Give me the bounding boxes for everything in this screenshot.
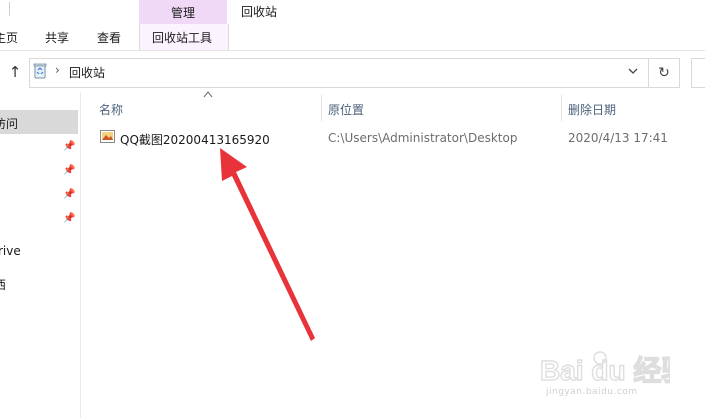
pin-icon: 📌 [63, 189, 76, 200]
address-bar[interactable] [29, 58, 649, 88]
file-name[interactable]: QQ截图20200413165920 [120, 131, 270, 148]
refresh-icon[interactable]: ↻ [649, 58, 680, 88]
baidu-watermark-logo: Bai du 经验 [540, 351, 670, 387]
chevron-down-icon[interactable] [626, 64, 640, 78]
arrow-shape [220, 148, 315, 341]
recycle-bin-icon [33, 63, 47, 79]
file-original-location: C:\Users\Administrator\Desktop [328, 131, 518, 145]
column-header-name[interactable]: 名称 [99, 101, 123, 118]
column-divider[interactable] [321, 95, 322, 121]
pin-icon: 📌 [63, 213, 76, 224]
tab-share[interactable]: 共享 [45, 27, 69, 47]
window-title: 回收站 [241, 5, 278, 19]
column-header-date-deleted[interactable]: 删除日期 [568, 101, 616, 118]
search-box[interactable] [691, 58, 705, 88]
sidebar-item-quick-access[interactable]: 访问 [0, 115, 18, 132]
sidebar-item-this-pc[interactable]: 西 [0, 276, 6, 293]
watermark-logo-text: Bai du 经验 [540, 354, 670, 386]
sort-ascending-icon [203, 91, 213, 98]
watermark-url: jingyan.baidu.com [546, 387, 638, 397]
column-header-original-location[interactable]: 原位置 [328, 101, 364, 118]
sidebar-item-onedrive[interactable]: rive [0, 244, 21, 258]
quick-access-separator [9, 2, 10, 16]
tab-recycle-bin-tools[interactable]: 回收站工具 [152, 27, 212, 47]
image-file-icon [100, 130, 115, 143]
breadcrumb-recycle-bin[interactable]: 回收站 [69, 64, 105, 81]
breadcrumb-chevron-icon[interactable]: › [55, 63, 60, 77]
file-date-deleted: 2020/4/13 17:41 [568, 131, 668, 145]
up-arrow-icon[interactable]: ↑ [6, 62, 24, 82]
tab-home[interactable]: 主页 [0, 27, 18, 47]
pin-icon: 📌 [63, 165, 76, 176]
column-divider[interactable] [561, 95, 562, 121]
pin-icon: 📌 [63, 141, 76, 152]
tab-view[interactable]: 查看 [97, 27, 121, 47]
context-tab-header-manage: 管理 [139, 0, 227, 24]
